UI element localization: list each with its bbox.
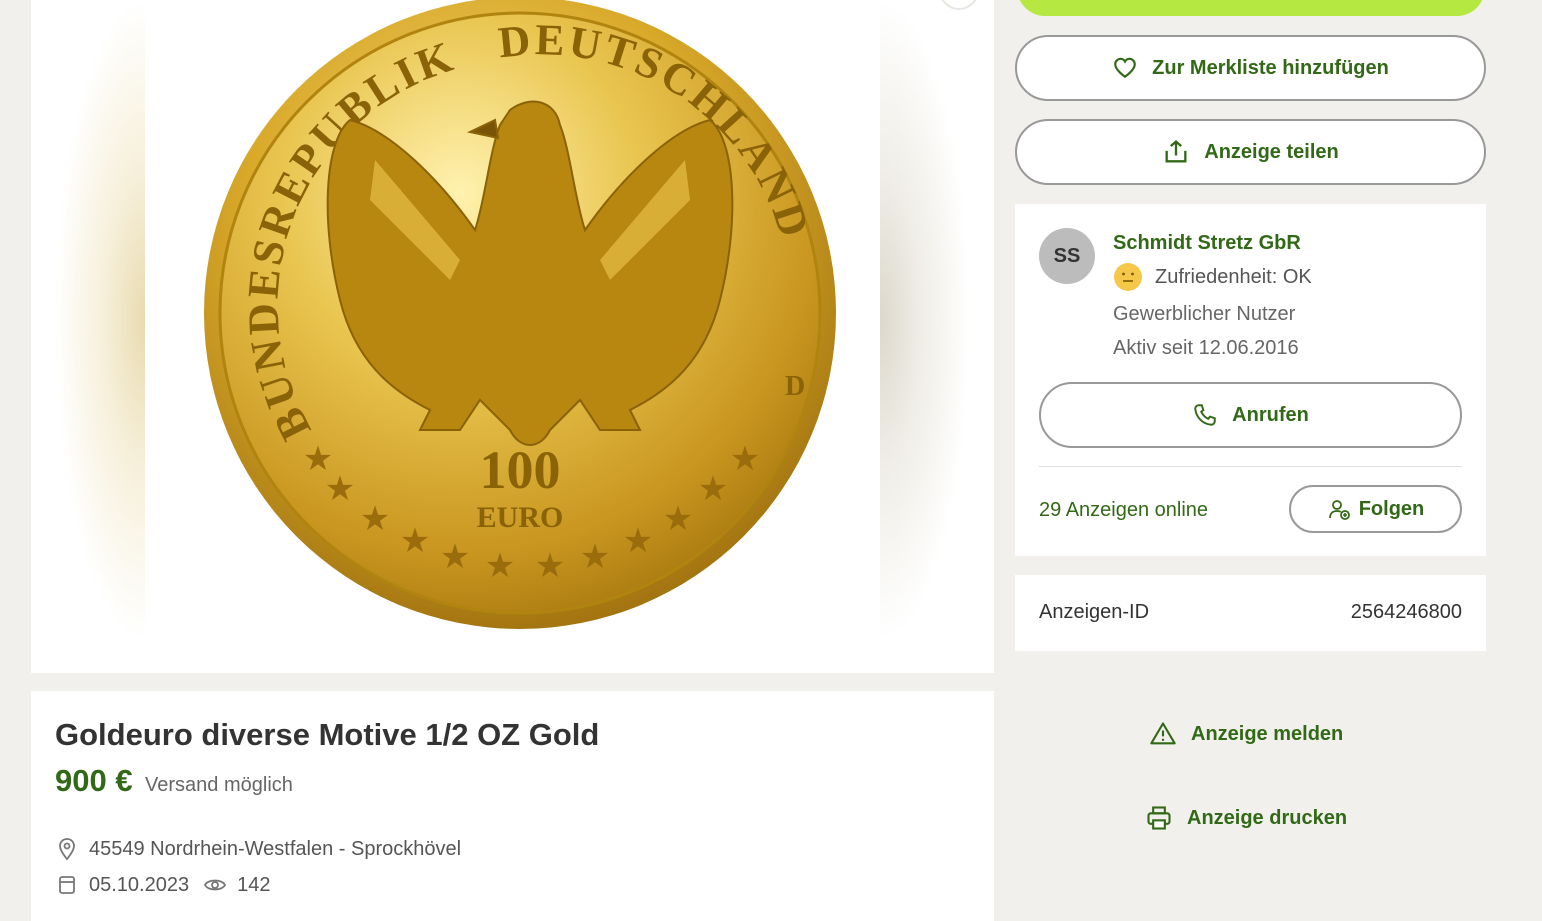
- satisfaction-text: Zufriedenheit: OK: [1155, 265, 1312, 288]
- listing-main-image[interactable]: BUNDESREPUBLIK DEUTSCHLAND · 2010 D 100 …: [145, 0, 880, 640]
- share-icon: [1165, 139, 1187, 163]
- call-button[interactable]: Anrufen: [1039, 382, 1462, 448]
- image-shadow-left: [31, 0, 145, 640]
- svg-text:★: ★: [360, 499, 390, 539]
- divider: [1039, 466, 1462, 467]
- report-ad-link[interactable]: Anzeige melden: [1149, 720, 1343, 748]
- seller-card: SS Schmidt Stretz GbR Zufriedenheit: OK …: [1015, 204, 1486, 556]
- ad-id-value: 2564246800: [1350, 601, 1462, 623]
- avatar[interactable]: SS: [1039, 228, 1095, 284]
- ads-online-link[interactable]: 29 Anzeigen online: [1039, 499, 1208, 522]
- svg-text:★: ★: [485, 546, 515, 586]
- svg-text:★: ★: [400, 521, 430, 561]
- svg-text:★: ★: [698, 469, 728, 509]
- watchlist-button[interactable]: Zur Merkliste hinzufügen: [1015, 35, 1486, 101]
- coin-year: · 2010: [831, 373, 840, 483]
- shipping-note: Versand möglich: [145, 774, 293, 796]
- satisfaction-row: Zufriedenheit: OK: [1113, 262, 1312, 292]
- coin-currency: EURO: [477, 501, 564, 534]
- user-plus-icon: [1328, 500, 1350, 520]
- image-gallery[interactable]: BUNDESREPUBLIK DEUTSCHLAND · 2010 D 100 …: [31, 0, 994, 673]
- coin-denomination: 100: [480, 440, 561, 500]
- seller-name-link[interactable]: Schmidt Stretz GbR: [1113, 232, 1301, 255]
- listing-location: 45549 Nordrhein-Westfalen - Sprockhövel: [89, 837, 462, 860]
- gold-coin-image: BUNDESREPUBLIK DEUTSCHLAND · 2010 D 100 …: [204, 0, 840, 629]
- contact-button[interactable]: [1017, 0, 1485, 16]
- call-label: Anrufen: [1232, 403, 1309, 426]
- listing-price: 900 €: [55, 763, 133, 798]
- listing-title: Goldeuro diverse Motive 1/2 OZ Gold: [55, 717, 600, 752]
- watchlist-label: Zur Merkliste hinzufügen: [1152, 56, 1389, 79]
- calendar-icon: [59, 876, 75, 894]
- svg-text:★: ★: [440, 537, 470, 577]
- price-row: 900 € Versand möglich: [55, 763, 293, 799]
- print-ad-link[interactable]: Anzeige drucken: [1145, 804, 1347, 832]
- neutral-face-icon: [1114, 263, 1142, 291]
- seller-type: Gewerblicher Nutzer: [1113, 303, 1296, 325]
- ad-id-label: Anzeigen-ID: [1039, 601, 1150, 623]
- svg-text:★: ★: [623, 521, 653, 561]
- seller-active-since: Aktiv seit 12.06.2016: [1113, 337, 1299, 359]
- date-views-row: 05.10.2023 142: [55, 873, 270, 897]
- coin-mint-mark: D: [785, 371, 805, 402]
- listing-details-card: Goldeuro diverse Motive 1/2 OZ Gold 900 …: [31, 691, 994, 921]
- listing-views: 142: [237, 873, 271, 896]
- heart-icon: [1114, 57, 1136, 78]
- image-shadow-right: [880, 0, 994, 640]
- svg-text:★: ★: [325, 469, 355, 509]
- printer-icon: [1147, 806, 1171, 830]
- phone-icon: [1194, 404, 1216, 426]
- ad-id-card: Anzeigen-ID 2564246800: [1015, 575, 1486, 651]
- listing-date: 05.10.2023: [89, 873, 190, 896]
- share-button[interactable]: Anzeige teilen: [1015, 119, 1486, 185]
- location-pin-icon: [59, 838, 75, 861]
- print-label: Anzeige drucken: [1187, 806, 1348, 829]
- svg-text:★: ★: [730, 439, 760, 479]
- follow-button[interactable]: Folgen: [1289, 485, 1462, 533]
- svg-text:★: ★: [535, 546, 565, 586]
- share-label: Anzeige teilen: [1204, 140, 1339, 163]
- warning-icon: [1150, 722, 1176, 745]
- svg-text:★: ★: [663, 499, 693, 539]
- report-label: Anzeige melden: [1191, 722, 1344, 745]
- location-row: 45549 Nordrhein-Westfalen - Sprockhövel: [55, 837, 461, 861]
- eye-icon: [204, 879, 227, 891]
- svg-text:★: ★: [580, 537, 610, 577]
- follow-label: Folgen: [1358, 497, 1425, 520]
